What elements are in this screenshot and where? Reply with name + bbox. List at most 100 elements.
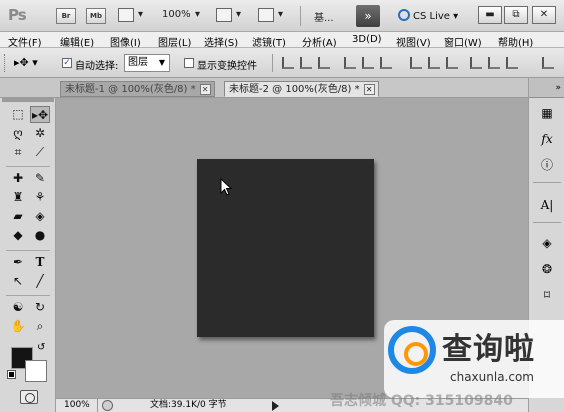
dock-collapse-icon[interactable]: »	[529, 78, 564, 98]
history-brush-tool-icon[interactable]: ⚘	[30, 189, 50, 206]
dodge-tool-icon[interactable]: ●	[30, 227, 50, 244]
restore-button[interactable]: ⧉	[504, 6, 528, 24]
marquee-tool-icon[interactable]: ⬚	[8, 106, 28, 123]
show-transform-label: 显示变换控件	[197, 61, 257, 72]
distribute-right-icon[interactable]	[506, 57, 518, 69]
menu-layer[interactable]: 图层(L)	[158, 34, 191, 49]
align-left-icon[interactable]	[344, 57, 356, 69]
distribute-top-icon[interactable]	[410, 57, 422, 69]
screen-mode-icon[interactable]	[258, 8, 274, 22]
default-colors-icon[interactable]	[7, 370, 16, 379]
3d-orbit-tool-icon[interactable]: ↻	[30, 299, 50, 316]
eraser-tool-icon[interactable]: ▰	[8, 208, 28, 225]
move-tool-icon[interactable]: ▸✥	[30, 106, 50, 123]
divider	[6, 295, 50, 296]
hand-tool-icon[interactable]: ✋	[8, 318, 28, 335]
tab-label: 未标题-1 @ 100%(灰色/8) *	[65, 84, 196, 95]
swap-colors-icon[interactable]: ↺	[37, 342, 45, 353]
distribute-vcenter-icon[interactable]	[428, 57, 440, 69]
channels-panel-icon[interactable]: ❂	[537, 260, 557, 278]
align-vcenter-icon[interactable]	[300, 57, 312, 69]
align-hcenter-icon[interactable]	[362, 57, 374, 69]
background-color-swatch[interactable]	[25, 360, 47, 382]
menu-help[interactable]: 帮助(H)	[498, 34, 533, 49]
document-info: 文档:39.1K/0 字节	[150, 400, 227, 410]
zoom-tool-icon[interactable]: ⌕	[30, 318, 50, 335]
type-tool-icon[interactable]: T	[30, 254, 50, 271]
blur-tool-icon[interactable]: ◆	[8, 227, 28, 244]
move-tool-preset-icon[interactable]: ▸✥ ▾	[14, 56, 38, 69]
view-extras-icon[interactable]	[118, 8, 134, 22]
screen-mode-dropdown-icon[interactable]: ▾	[278, 9, 283, 20]
watermark-text: 吾志倾城 QQ: 315109840	[330, 393, 513, 409]
character-panel-icon[interactable]: A|	[537, 196, 557, 214]
menu-image[interactable]: 图像(I)	[110, 34, 141, 49]
chaxunla-logo-icon	[388, 326, 436, 374]
workspace-switcher[interactable]: 基...	[314, 9, 334, 24]
tools-panel: ⬚ ▸✥ ღ ✲ ⌗ ⟋ ✚ ✎ ♜ ⚘ ▰ ◈ ◆ ● ✒ T ↖ ╱ ☯ ↻…	[0, 98, 56, 412]
clone-stamp-tool-icon[interactable]: ♜	[8, 189, 28, 206]
tools-panel-header[interactable]	[2, 98, 54, 102]
paths-panel-icon[interactable]: ⌑	[537, 286, 557, 304]
auto-select-checkbox[interactable]: ✓	[62, 58, 72, 68]
eyedropper-tool-icon[interactable]: ⟋	[30, 144, 50, 161]
zoom-level-dropdown[interactable]: 100%	[162, 9, 191, 20]
watermark-url: chaxunla.com	[450, 370, 534, 384]
fx-styles-panel-icon[interactable]: fx	[537, 130, 557, 148]
auto-select-label: 自动选择:	[75, 61, 119, 72]
auto-select-value: 图层	[128, 57, 148, 68]
more-workspaces-button[interactable]: »	[356, 5, 380, 27]
view-extras-dropdown-icon[interactable]: ▾	[138, 9, 143, 20]
arrange-documents-icon[interactable]	[216, 8, 232, 22]
align-right-icon[interactable]	[380, 57, 392, 69]
distribute-left-icon[interactable]	[470, 57, 482, 69]
zoom-dropdown-icon[interactable]: ▾	[195, 9, 200, 20]
divider	[300, 6, 301, 26]
menu-select[interactable]: 选择(S)	[204, 34, 238, 49]
auto-select-dropdown[interactable]: 图层 ▼	[124, 54, 170, 72]
status-zoom-field[interactable]: 100%	[60, 399, 98, 412]
paint-bucket-tool-icon[interactable]: ◈	[30, 208, 50, 225]
menu-file[interactable]: 文件(F)	[8, 34, 42, 49]
distribute-hcenter-icon[interactable]	[488, 57, 500, 69]
cs-live-button[interactable]: CS Live ▾	[398, 9, 458, 22]
show-transform-checkbox[interactable]	[184, 58, 194, 68]
brush-tool-icon[interactable]: ✎	[30, 170, 50, 187]
menu-analysis[interactable]: 分析(A)	[302, 34, 337, 49]
distribute-bottom-icon[interactable]	[446, 57, 458, 69]
options-bar: ▸✥ ▾ ✓ 自动选择: 图层 ▼ 显示变换控件	[0, 48, 564, 78]
healing-brush-tool-icon[interactable]: ✚	[8, 170, 28, 187]
menu-3d[interactable]: 3D(D)	[352, 34, 382, 45]
watermark-brand: 查询啦	[442, 332, 535, 367]
menu-edit[interactable]: 编辑(E)	[60, 34, 94, 49]
info-panel-icon[interactable]: ⓘ	[537, 156, 557, 174]
line-tool-icon[interactable]: ╱	[30, 273, 50, 290]
close-tab-icon[interactable]: ✕	[363, 84, 375, 95]
menu-filter[interactable]: 滤镜(T)	[252, 34, 286, 49]
histogram-panel-icon[interactable]: ▦	[537, 104, 557, 122]
menu-view[interactable]: 视图(V)	[396, 34, 431, 49]
lasso-tool-icon[interactable]: ღ	[8, 125, 28, 142]
menu-window[interactable]: 窗口(W)	[444, 34, 482, 49]
layers-panel-icon[interactable]: ◈	[537, 234, 557, 252]
crop-tool-icon[interactable]: ⌗	[8, 144, 28, 161]
auto-align-icon[interactable]	[542, 57, 554, 69]
status-menu-arrow-icon[interactable]	[272, 401, 279, 411]
arrange-dropdown-icon[interactable]: ▾	[236, 9, 241, 20]
bridge-button[interactable]: Br	[56, 8, 76, 24]
close-tab-icon[interactable]: ✕	[199, 84, 211, 95]
quick-mask-icon[interactable]	[20, 390, 38, 404]
status-zoom-icon[interactable]	[102, 400, 113, 411]
3d-rotate-tool-icon[interactable]: ☯	[8, 299, 28, 316]
path-selection-tool-icon[interactable]: ↖	[8, 273, 28, 290]
document-tab-2[interactable]: 未标题-2 @ 100%(灰色/8) * ✕	[224, 81, 379, 97]
mini-bridge-button[interactable]: Mb	[86, 8, 106, 24]
magic-wand-tool-icon[interactable]: ✲	[30, 125, 50, 142]
options-grip[interactable]	[4, 54, 7, 72]
pen-tool-icon[interactable]: ✒	[8, 254, 28, 271]
close-button[interactable]: ✕	[532, 6, 556, 24]
align-top-icon[interactable]	[282, 57, 294, 69]
document-tab-1[interactable]: 未标题-1 @ 100%(灰色/8) * ✕	[60, 81, 215, 97]
minimize-button[interactable]: ▬	[478, 6, 502, 24]
align-bottom-icon[interactable]	[318, 57, 330, 69]
